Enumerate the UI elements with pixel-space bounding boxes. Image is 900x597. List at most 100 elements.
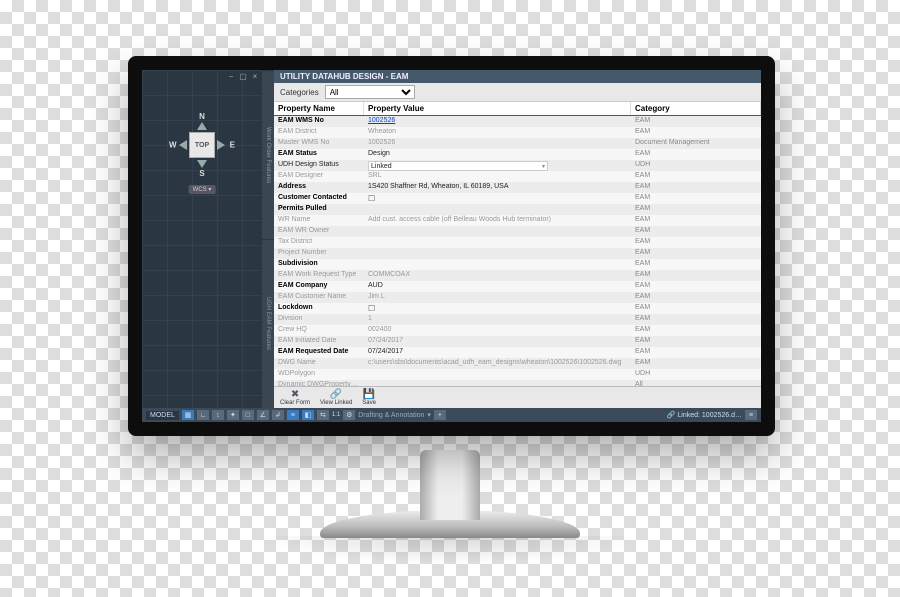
property-row[interactable]: Customer ContactedEAM (274, 193, 761, 204)
property-name-cell: Project Number (274, 248, 364, 259)
categories-dropdown[interactable]: All (325, 85, 415, 99)
property-value-cell[interactable]: Wheaton (364, 127, 631, 138)
lineweight-icon[interactable]: ≡ (287, 410, 299, 420)
view-cube-face[interactable]: TOP (190, 133, 214, 157)
property-row[interactable]: EAM StatusDesignEAM (274, 149, 761, 160)
property-row[interactable]: Crew HQ002400EAM (274, 325, 761, 336)
dyn-toggle-icon[interactable]: ↲ (272, 410, 284, 420)
compass-w[interactable]: W (169, 141, 177, 150)
clear-form-button[interactable]: ✖ Clear Form (280, 389, 310, 406)
property-row[interactable]: Address1S420 Shaffner Rd, Wheaton, IL 60… (274, 182, 761, 193)
property-value-cell[interactable]: 002400 (364, 325, 631, 336)
property-value-cell[interactable]: 1 (364, 314, 631, 325)
property-value-cell[interactable] (364, 204, 631, 215)
property-row[interactable]: LockdownEAM (274, 303, 761, 314)
property-row[interactable]: EAM WMS No1002526EAM (274, 116, 761, 127)
property-value-cell[interactable]: Jim L (364, 292, 631, 303)
property-row[interactable]: EAM CompanyAUDEAM (274, 281, 761, 292)
wcs-dropdown[interactable]: WCS ▾ (189, 185, 216, 194)
category-cell: EAM (631, 325, 761, 336)
property-value-cell[interactable]: 07/24/2017 (364, 336, 631, 347)
property-panel: UTILITY DATAHUB DESIGN - EAM Categories … (274, 70, 761, 408)
property-row[interactable]: EAM Customer NameJim LEAM (274, 292, 761, 303)
property-row[interactable]: EAM DistrictWheatonEAM (274, 127, 761, 138)
property-value-cell[interactable]: 1002526 (364, 116, 631, 127)
property-value-cell[interactable]: Design (364, 149, 631, 160)
property-row[interactable]: Division1EAM (274, 314, 761, 325)
property-row[interactable]: EAM WR OwnerEAM (274, 226, 761, 237)
category-cell: EAM (631, 237, 761, 248)
monitor-stand-neck (420, 450, 480, 520)
property-value-cell[interactable]: Linked (364, 160, 631, 171)
snap-toggle-icon[interactable]: ∟ (197, 410, 209, 420)
property-value-cell[interactable] (364, 237, 631, 248)
col-category[interactable]: Category (631, 102, 761, 115)
value-link[interactable]: 1002526 (368, 117, 395, 124)
property-name-cell: UDH Design Status (274, 160, 364, 171)
property-row[interactable]: Permits PulledEAM (274, 204, 761, 215)
property-value-cell[interactable]: c:\users\sbs\documents\acad_udh_eam_desi… (364, 358, 631, 369)
property-value-cell[interactable] (364, 303, 631, 314)
property-value-cell[interactable] (364, 369, 631, 380)
property-value-cell[interactable] (364, 226, 631, 237)
property-value-cell[interactable]: 07/24/2017 (364, 347, 631, 358)
model-space-button[interactable]: MODEL (146, 411, 179, 420)
property-value-cell[interactable] (364, 193, 631, 204)
property-value-cell[interactable]: SRL (364, 171, 631, 182)
property-row[interactable]: Project NumberEAM (274, 248, 761, 259)
gear-icon[interactable]: ⚙ (343, 410, 355, 420)
property-value-cell[interactable]: 1002526 (364, 138, 631, 149)
side-tab-strip: Work Order Features UDH EAM Features (262, 70, 274, 408)
category-cell: EAM (631, 259, 761, 270)
polar-toggle-icon[interactable]: ✦ (227, 410, 239, 420)
compass-s[interactable]: S (199, 169, 204, 178)
transparency-icon[interactable]: ◧ (302, 410, 314, 420)
property-value-cell[interactable] (364, 248, 631, 259)
property-row[interactable]: DWG Namec:\users\sbs\documents\acad_udh_… (274, 358, 761, 369)
compass-n[interactable]: N (199, 112, 205, 121)
grid-toggle-icon[interactable]: ▦ (182, 410, 194, 420)
property-name-cell: EAM Requested Date (274, 347, 364, 358)
link-icon: 🔗 (330, 389, 342, 400)
property-row[interactable]: Tax DistrictEAM (274, 237, 761, 248)
restore-icon[interactable]: ▢ (238, 72, 248, 81)
tab-work-order-features[interactable]: Work Order Features (262, 70, 274, 239)
property-row[interactable]: EAM DesignerSRLEAM (274, 171, 761, 182)
property-value-cell[interactable] (364, 259, 631, 270)
close-icon[interactable]: × (250, 72, 260, 81)
compass-e[interactable]: E (230, 141, 235, 150)
view-linked-button[interactable]: 🔗 View Linked (320, 389, 352, 406)
property-row[interactable]: WDPolygonUDH (274, 369, 761, 380)
save-button[interactable]: 💾 Save (362, 389, 376, 406)
property-row[interactable]: EAM Work Request TypeCOMMCOAXEAM (274, 270, 761, 281)
property-value-cell[interactable]: AUD (364, 281, 631, 292)
property-name-cell: EAM Initiated Date (274, 336, 364, 347)
property-row[interactable]: UDH Design StatusLinkedUDH (274, 160, 761, 171)
plus-icon[interactable]: + (434, 410, 446, 420)
value-dropdown[interactable]: Linked (368, 161, 548, 171)
ortho-toggle-icon[interactable]: ↕ (212, 410, 224, 420)
cycling-icon[interactable]: ⇆ (317, 410, 329, 420)
view-cube[interactable]: TOP N S E W (167, 110, 237, 180)
col-property-name[interactable]: Property Name (274, 102, 364, 115)
cad-viewport[interactable]: − ▢ × TOP N S E W WCS ▾ (142, 70, 262, 408)
workspace-dropdown[interactable]: Drafting & Annotation (358, 412, 424, 419)
tab-udh-eam-features[interactable]: UDH EAM Features (262, 239, 274, 408)
property-row[interactable]: SubdivisionEAM (274, 259, 761, 270)
category-cell: EAM (631, 149, 761, 160)
osnap-toggle-icon[interactable]: □ (242, 410, 254, 420)
status-menu-icon[interactable]: ≡ (745, 410, 757, 420)
property-value-cell[interactable]: COMMCOAX (364, 270, 631, 281)
property-row[interactable]: Master WMS No1002526Document Management (274, 138, 761, 149)
property-row[interactable]: EAM Requested Date07/24/2017EAM (274, 347, 761, 358)
property-value-cell[interactable]: Add cust. access cable (off Belleau Wood… (364, 215, 631, 226)
scale-label[interactable]: 1:1 (332, 412, 340, 418)
screen: − ▢ × TOP N S E W WCS ▾ Work Order Featu… (142, 70, 761, 422)
category-cell: EAM (631, 226, 761, 237)
property-value-cell[interactable]: 1S420 Shaffner Rd, Wheaton, IL 60189, US… (364, 182, 631, 193)
track-toggle-icon[interactable]: ∠ (257, 410, 269, 420)
minimize-icon[interactable]: − (226, 72, 236, 81)
property-row[interactable]: WR NameAdd cust. access cable (off Belle… (274, 215, 761, 226)
property-row[interactable]: EAM Initiated Date07/24/2017EAM (274, 336, 761, 347)
col-property-value[interactable]: Property Value (364, 102, 631, 115)
